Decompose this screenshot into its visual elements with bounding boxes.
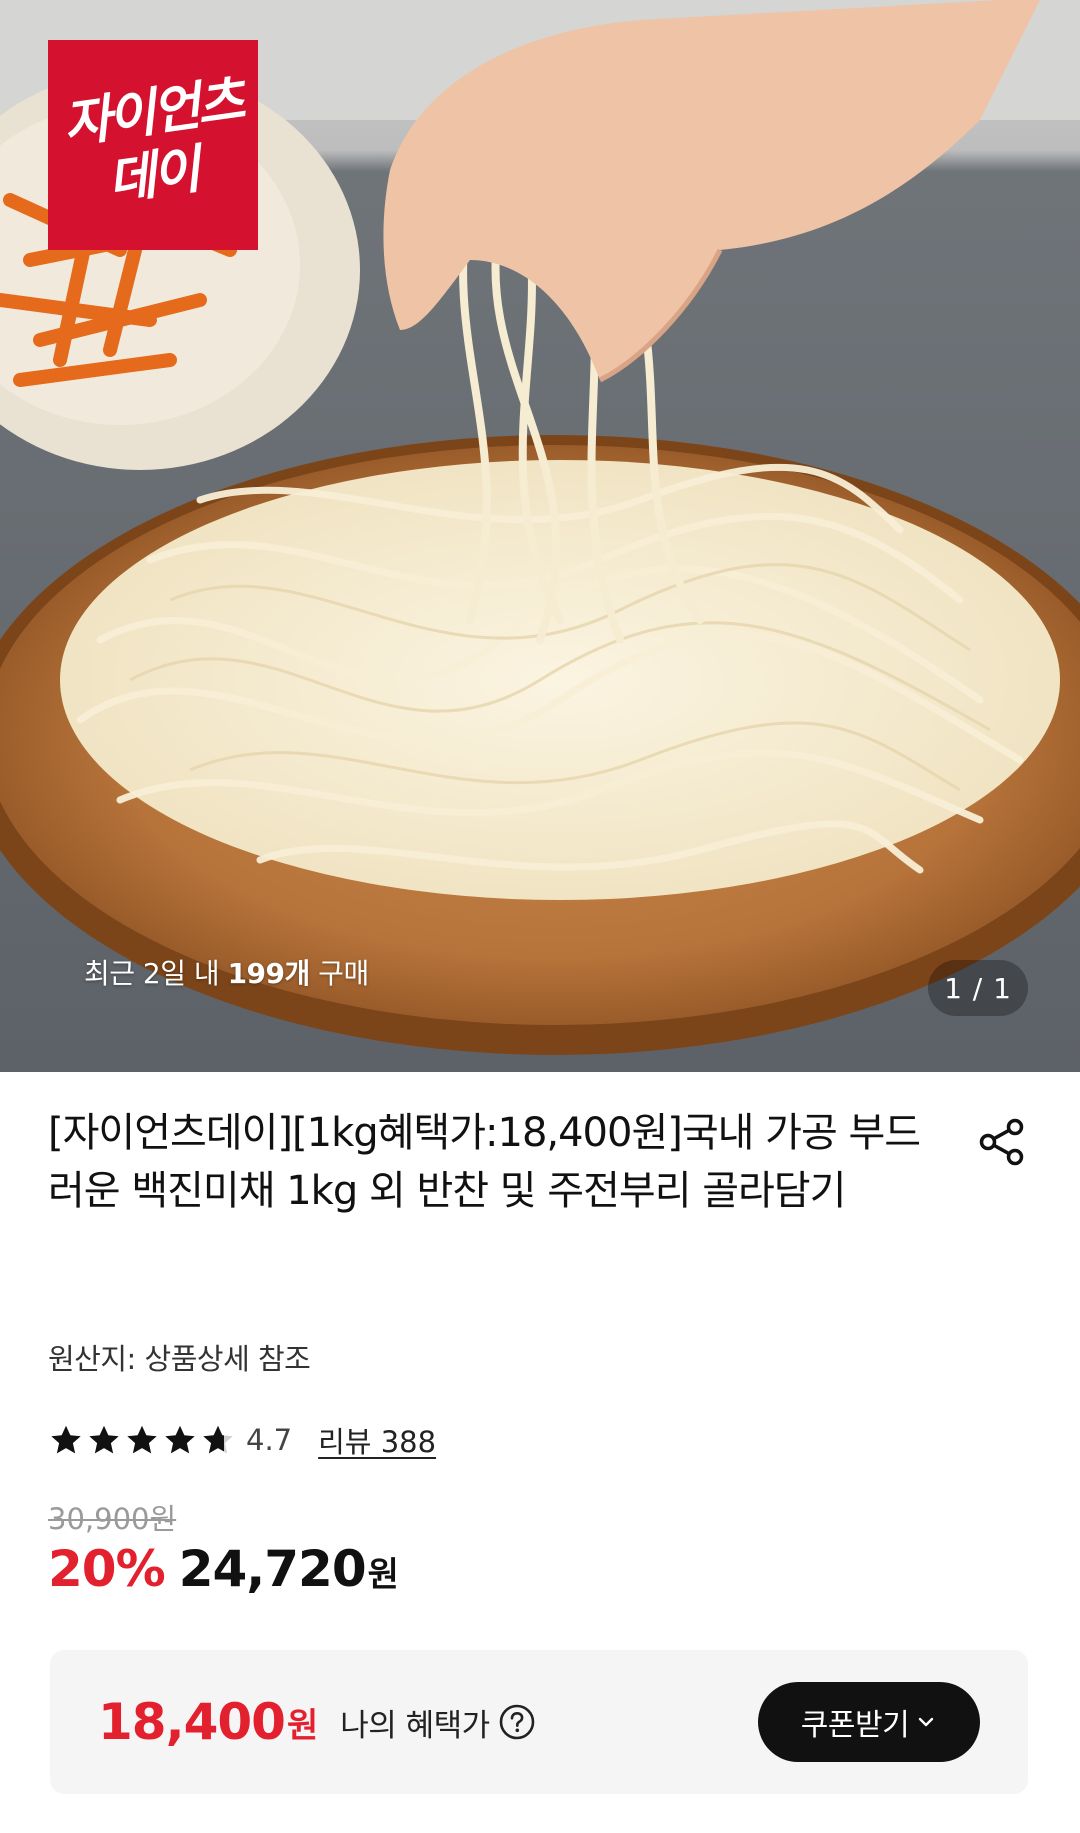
benefit-price-currency: 원 [286, 1705, 319, 1746]
sale-price-currency: 원 [367, 1555, 399, 1595]
star-icon [51, 1425, 81, 1454]
brand-badge-text-line2: 데이 [104, 140, 202, 212]
discount-rate: 20% [48, 1540, 166, 1598]
recent-purchase-suffix: 구매 [309, 957, 369, 990]
rating-value: 4.7 [246, 1423, 293, 1457]
benefit-price-box: 18,400 원 나의 혜택가 쿠폰받기 [50, 1650, 1028, 1794]
original-price: 30,900원 [48, 1502, 177, 1536]
benefit-price: 18,400 [98, 1693, 286, 1751]
star-half-icon [203, 1425, 233, 1454]
star-icon [89, 1425, 119, 1454]
origin-info: 원산지: 상품상세 참조 [48, 1342, 311, 1376]
benefit-label: 나의 혜택가 [340, 1707, 490, 1744]
sale-price: 24,720 [178, 1540, 367, 1598]
share-button[interactable] [972, 1112, 1032, 1172]
recent-purchase-prefix: 최근 2일 내 [84, 957, 228, 990]
product-image[interactable]: 자이언츠 데이 최근 2일 내 199개 구매 1 / 1 [0, 0, 1080, 1072]
star-icon [165, 1425, 195, 1454]
image-counter: 1 / 1 [928, 960, 1028, 1016]
brand-badge-logo: 자이언츠 데이 [48, 40, 258, 250]
rating-row: 4.7 리뷰 388 [48, 1418, 436, 1462]
recent-purchase-count: 199개 [227, 957, 311, 990]
chevron-down-icon [919, 1717, 934, 1727]
product-title-row: [자이언츠데이][1kg혜택가:18,400원]국내 가공 부드러운 백진미채 … [48, 1104, 1032, 1220]
brand-badge-text-line1: 자이언츠 [59, 71, 246, 156]
recent-purchase-notice: 최근 2일 내 199개 구매 [84, 952, 369, 992]
coupon-button[interactable]: 쿠폰받기 [758, 1682, 980, 1762]
price-row: 20% 24,720 원 [48, 1540, 399, 1598]
product-title: [자이언츠데이][1kg혜택가:18,400원]국내 가공 부드러운 백진미채 … [48, 1110, 921, 1214]
rating-stars [48, 1422, 236, 1458]
star-icon [127, 1425, 157, 1454]
benefit-help-button[interactable] [498, 1703, 536, 1741]
share-icon [979, 1118, 1024, 1166]
review-link[interactable]: 리뷰 388 [318, 1419, 436, 1461]
question-circle-icon [499, 1704, 535, 1740]
coupon-button-label: 쿠폰받기 [800, 1708, 910, 1743]
